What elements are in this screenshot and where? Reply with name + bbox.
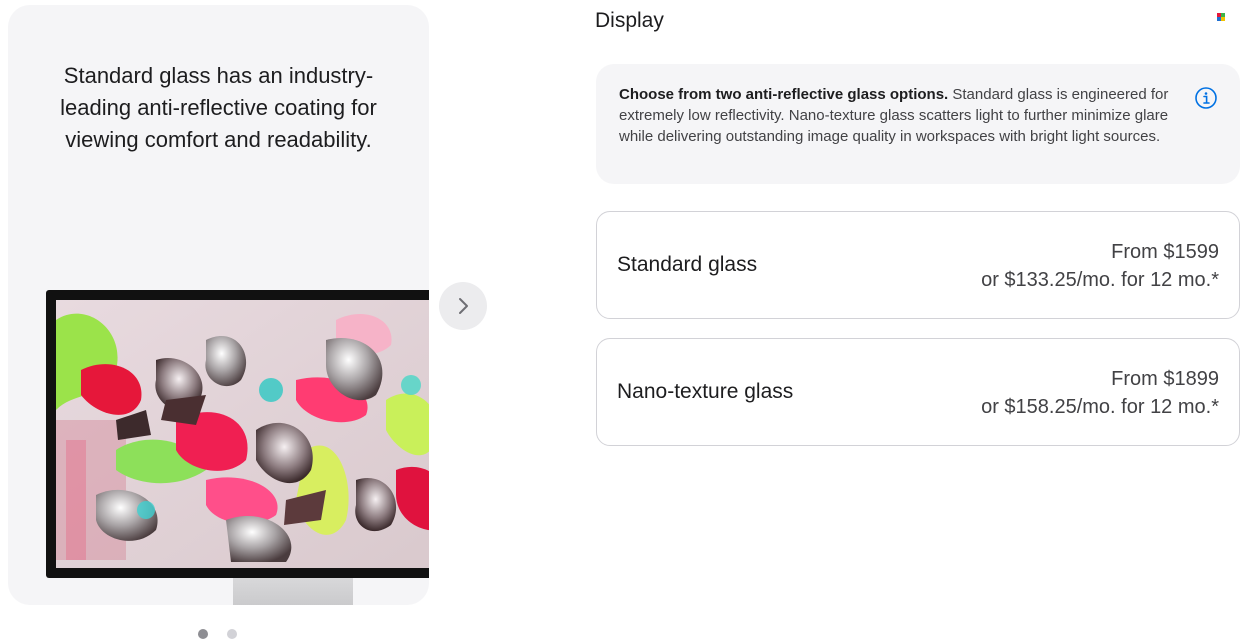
option-standard-glass[interactable]: Standard glass From $1599 or $133.25/mo.… xyxy=(596,211,1240,319)
info-text-bold: Choose from two anti-reflective glass op… xyxy=(619,86,949,103)
chevron-right-icon xyxy=(459,298,468,314)
abstract-artwork xyxy=(56,300,429,568)
gallery-next-button[interactable] xyxy=(439,282,487,330)
gallery-card: Standard glass has an industry-leading a… xyxy=(8,5,429,605)
page: Standard glass has an industry-leading a… xyxy=(0,0,1250,643)
option-price-from: From $1899 xyxy=(1111,368,1219,390)
option-price-monthly: or $133.25/mo. for 12 mo.* xyxy=(981,269,1219,291)
gallery-dot-1[interactable] xyxy=(198,629,208,639)
monitor-image xyxy=(46,290,429,578)
option-price: From $1599 or $133.25/mo. for 12 mo.* xyxy=(981,238,1219,294)
gallery-dot-2[interactable] xyxy=(227,629,237,639)
gallery-caption: Standard glass has an industry-leading a… xyxy=(60,63,377,152)
monitor-screen xyxy=(56,300,429,568)
colorful-logo-icon xyxy=(1217,13,1225,21)
info-box: Choose from two anti-reflective glass op… xyxy=(596,64,1240,184)
monitor-stand xyxy=(233,578,353,605)
option-name: Standard glass xyxy=(617,253,758,276)
info-circle-icon[interactable] xyxy=(1194,86,1218,110)
gallery-dots xyxy=(198,629,237,639)
info-text: Choose from two anti-reflective glass op… xyxy=(619,84,1170,147)
option-price-monthly: or $158.25/mo. for 12 mo.* xyxy=(981,396,1219,418)
option-name: Nano-texture glass xyxy=(617,380,794,403)
option-nano-texture-glass[interactable]: Nano-texture glass From $1899 or $158.25… xyxy=(596,338,1240,446)
option-price: From $1899 or $158.25/mo. for 12 mo.* xyxy=(981,365,1219,421)
section-title: Display xyxy=(595,9,664,32)
option-price-from: From $1599 xyxy=(1111,241,1219,263)
